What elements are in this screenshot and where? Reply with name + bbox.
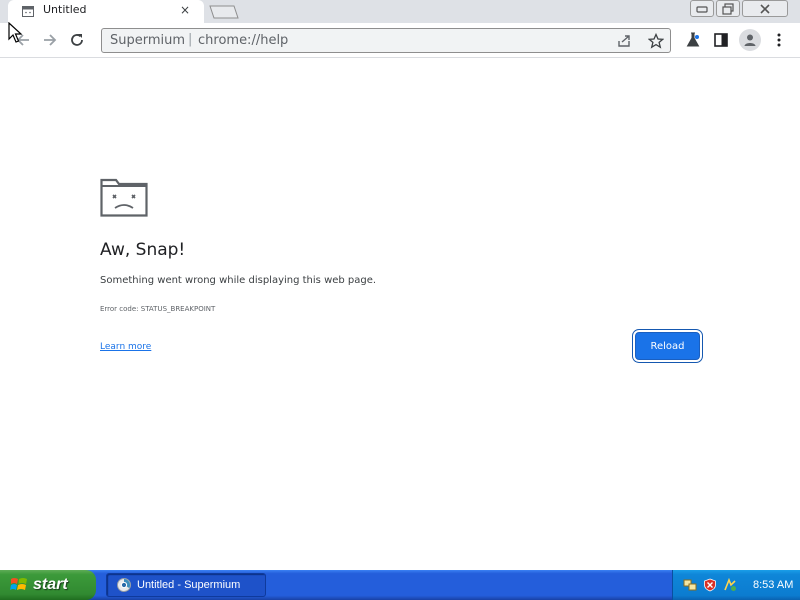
taskbar: start Untitled - Supermium 8:53 AM (0, 570, 800, 600)
kebab-menu-icon (777, 33, 781, 47)
start-button[interactable]: start (0, 570, 96, 600)
profile-icon (744, 34, 756, 46)
browser-tab[interactable]: Untitled × (8, 0, 204, 23)
learn-more-link[interactable]: Learn more (100, 342, 151, 352)
error-code: Error code: STATUS_BREAKPOINT (100, 305, 216, 313)
side-panel-icon (714, 33, 728, 47)
profile-button[interactable] (739, 29, 761, 51)
tray-update[interactable] (723, 578, 737, 592)
mouse-cursor-icon (8, 22, 22, 43)
update-icon (724, 578, 736, 591)
system-tray: 8:53 AM (672, 570, 800, 600)
omnibox-separator: | (188, 32, 193, 47)
share-button[interactable] (616, 33, 632, 49)
reload-icon (71, 34, 83, 46)
side-panel-button[interactable] (712, 31, 730, 49)
taskbar-clock: 8:53 AM (753, 579, 794, 591)
minimize-icon (696, 5, 708, 13)
close-icon (760, 3, 770, 14)
address-bar[interactable]: Supermium | chrome://help (101, 28, 671, 53)
network-icon (683, 579, 697, 591)
menu-button[interactable] (770, 31, 788, 49)
omnibox-host: Supermium (110, 33, 186, 48)
browser-toolbar: Supermium | chrome://help (0, 23, 800, 58)
window-controls (690, 0, 788, 18)
taskbar-item-label: Untitled - Supermium (137, 579, 241, 591)
tray-network[interactable] (683, 578, 697, 592)
sad-folder-icon (100, 178, 148, 217)
labs-button[interactable] (684, 31, 702, 49)
star-icon (648, 33, 664, 49)
restore-button[interactable] (716, 0, 740, 17)
error-message: Something went wrong while displaying th… (100, 275, 377, 286)
minimize-button[interactable] (690, 0, 714, 17)
flask-icon (686, 32, 700, 47)
error-title: Aw, Snap! (100, 240, 186, 260)
omnibox-url: chrome://help (198, 33, 289, 48)
supermium-icon (117, 578, 131, 592)
reload-toolbar-button[interactable] (68, 31, 86, 49)
taskbar-item-supermium[interactable]: Untitled - Supermium (106, 573, 266, 597)
bookmark-button[interactable] (648, 33, 664, 49)
restore-icon (722, 2, 734, 15)
reload-button[interactable]: Reload (635, 332, 700, 360)
tab-title: Untitled (43, 3, 87, 16)
forward-arrow-icon (44, 34, 57, 46)
sad-page-icon (22, 6, 34, 17)
tab-strip: Untitled × (0, 0, 800, 23)
tray-security[interactable] (703, 578, 717, 592)
new-tab-button[interactable] (208, 4, 240, 20)
security-shield-icon (704, 578, 716, 592)
start-label: start (33, 576, 68, 593)
share-icon (618, 35, 630, 47)
forward-button[interactable] (41, 31, 59, 49)
windows-logo-icon (10, 578, 27, 590)
tab-close-icon[interactable]: × (178, 3, 192, 17)
close-window-button[interactable] (742, 0, 788, 17)
